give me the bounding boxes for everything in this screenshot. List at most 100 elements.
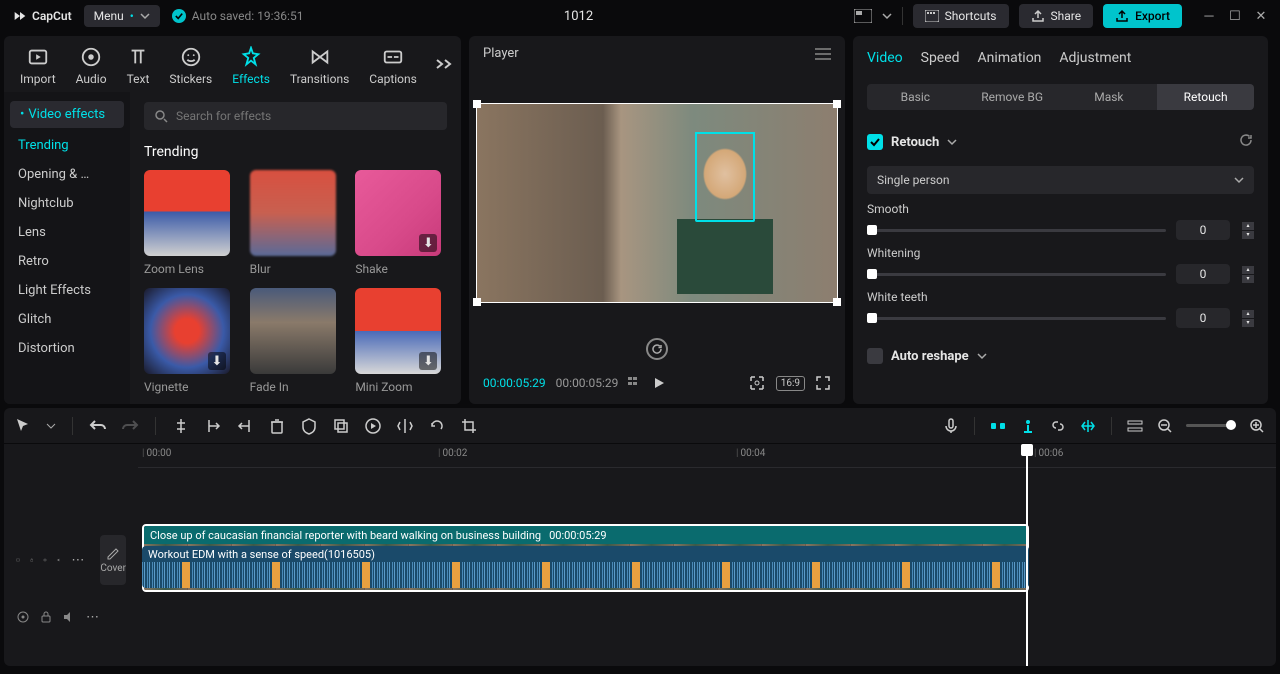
effect-vignette[interactable]: ⬇Vignette bbox=[144, 288, 236, 394]
whitening-stepper[interactable]: ▴▾ bbox=[1242, 266, 1254, 283]
tab-import[interactable]: Import bbox=[10, 44, 66, 88]
badge-icon[interactable] bbox=[300, 417, 318, 435]
rotate-icon[interactable] bbox=[428, 417, 446, 435]
more-icon[interactable]: ⋯ bbox=[71, 553, 84, 568]
search-input[interactable] bbox=[176, 109, 437, 123]
download-icon[interactable]: ⬇ bbox=[419, 352, 437, 370]
video-effects-header[interactable]: • Video effects bbox=[10, 101, 124, 128]
subtab-retouch[interactable]: Retouch bbox=[1157, 84, 1254, 110]
playhead[interactable] bbox=[1026, 444, 1028, 666]
whiteteeth-slider[interactable] bbox=[867, 317, 1166, 320]
subtab-removebg[interactable]: Remove BG bbox=[964, 84, 1061, 110]
trim-left-icon[interactable] bbox=[204, 417, 222, 435]
magnet-icon[interactable] bbox=[989, 417, 1007, 435]
export-button[interactable]: Export bbox=[1103, 4, 1182, 28]
download-icon[interactable]: ⬇ bbox=[419, 234, 437, 252]
shortcuts-button[interactable]: Shortcuts bbox=[913, 4, 1009, 28]
effect-zoom-lens[interactable]: Zoom Lens bbox=[144, 170, 236, 276]
audio-track-icon[interactable] bbox=[16, 610, 30, 624]
eye-icon[interactable] bbox=[43, 555, 47, 565]
download-icon[interactable]: ⬇ bbox=[208, 352, 226, 370]
tab-effects[interactable]: Effects bbox=[222, 44, 280, 88]
timeline-tracks[interactable]: 00:00 00:02 00:04 00:06 Close up of cauc… bbox=[138, 444, 1276, 666]
effects-search[interactable] bbox=[144, 102, 447, 130]
reset-icon[interactable] bbox=[1238, 132, 1254, 152]
chevron-down-icon[interactable] bbox=[977, 351, 987, 361]
chevron-down-icon[interactable] bbox=[947, 137, 957, 147]
tabs-more-icon[interactable] bbox=[427, 58, 461, 74]
smooth-stepper[interactable]: ▴▾ bbox=[1242, 222, 1254, 239]
maximize-button[interactable]: ☐ bbox=[1228, 8, 1242, 24]
video-preview[interactable] bbox=[476, 103, 838, 303]
cat-distortion[interactable]: Distortion bbox=[4, 334, 130, 363]
split-icon[interactable] bbox=[172, 417, 190, 435]
cat-lens[interactable]: Lens bbox=[4, 218, 130, 247]
mic-icon[interactable] bbox=[942, 417, 960, 435]
layout-icon[interactable] bbox=[854, 9, 872, 23]
volume-icon[interactable] bbox=[57, 554, 61, 566]
snap-icon[interactable] bbox=[1019, 417, 1037, 435]
trim-right-icon[interactable] bbox=[236, 417, 254, 435]
cat-opening[interactable]: Opening & … bbox=[4, 160, 130, 189]
cover-button[interactable]: Cover bbox=[100, 535, 126, 585]
person-select[interactable]: Single person bbox=[867, 166, 1254, 194]
zoom-slider[interactable] bbox=[1186, 424, 1236, 427]
timeline-ruler[interactable]: 00:00 00:02 00:04 00:06 bbox=[138, 444, 1276, 468]
undo-icon[interactable] bbox=[89, 417, 107, 435]
play-button[interactable] bbox=[652, 376, 666, 390]
autoreshape-checkbox[interactable] bbox=[867, 348, 883, 364]
mirror-icon[interactable] bbox=[396, 417, 414, 435]
effect-fade-in[interactable]: Fade In bbox=[250, 288, 342, 394]
prop-tab-speed[interactable]: Speed bbox=[921, 46, 960, 70]
menu-button[interactable]: Menu• bbox=[84, 5, 160, 27]
effect-mini-zoom[interactable]: ⬇Mini Zoom bbox=[355, 288, 447, 394]
whitening-value[interactable]: 0 bbox=[1176, 264, 1230, 284]
smooth-value[interactable]: 0 bbox=[1176, 220, 1230, 240]
delete-icon[interactable] bbox=[268, 417, 286, 435]
redo-icon[interactable] bbox=[121, 417, 139, 435]
volume-icon[interactable] bbox=[62, 611, 76, 623]
cursor-icon[interactable] bbox=[14, 417, 32, 435]
more-icon[interactable]: ⋯ bbox=[86, 610, 99, 625]
tab-transitions[interactable]: Transitions bbox=[280, 44, 359, 88]
zoom-out-icon[interactable] bbox=[1156, 417, 1174, 435]
retouch-checkbox[interactable] bbox=[867, 134, 883, 150]
aspect-ratio[interactable]: 16:9 bbox=[776, 376, 805, 391]
tab-audio[interactable]: Audio bbox=[66, 44, 117, 88]
cat-retro[interactable]: Retro bbox=[4, 247, 130, 276]
cat-glitch[interactable]: Glitch bbox=[4, 305, 130, 334]
minimize-button[interactable]: ─ bbox=[1202, 8, 1216, 24]
chevron-down-icon[interactable] bbox=[46, 421, 56, 431]
fullscreen-icon[interactable] bbox=[815, 375, 831, 391]
effect-shake[interactable]: ⬇Shake bbox=[355, 170, 447, 276]
list-icon[interactable] bbox=[628, 376, 642, 390]
smooth-slider[interactable] bbox=[867, 229, 1166, 232]
player-menu-icon[interactable] bbox=[815, 48, 831, 60]
reverse-icon[interactable] bbox=[364, 417, 382, 435]
share-button[interactable]: Share bbox=[1019, 4, 1094, 28]
cat-trending[interactable]: Trending bbox=[4, 131, 130, 160]
whiteteeth-value[interactable]: 0 bbox=[1176, 308, 1230, 328]
cat-lighteffects[interactable]: Light Effects bbox=[4, 276, 130, 305]
lock-icon[interactable] bbox=[30, 554, 33, 566]
duplicate-icon[interactable] bbox=[332, 417, 350, 435]
track-settings-icon[interactable] bbox=[1126, 417, 1144, 435]
preview-snap-icon[interactable] bbox=[1079, 417, 1097, 435]
prop-tab-adjustment[interactable]: Adjustment bbox=[1059, 46, 1131, 70]
whiteteeth-stepper[interactable]: ▴▾ bbox=[1242, 310, 1254, 327]
effect-blur[interactable]: Blur bbox=[250, 170, 342, 276]
prop-tab-animation[interactable]: Animation bbox=[978, 46, 1042, 70]
subtab-basic[interactable]: Basic bbox=[867, 84, 964, 110]
subtab-mask[interactable]: Mask bbox=[1061, 84, 1158, 110]
refresh-button[interactable] bbox=[469, 334, 845, 366]
prop-tab-video[interactable]: Video bbox=[867, 46, 903, 70]
video-track-icon[interactable] bbox=[16, 553, 20, 567]
tab-captions[interactable]: Captions bbox=[359, 44, 427, 88]
whitening-slider[interactable] bbox=[867, 273, 1166, 276]
lock-icon[interactable] bbox=[40, 611, 52, 623]
crop-tool-icon[interactable] bbox=[460, 417, 478, 435]
crop-icon[interactable] bbox=[748, 374, 766, 392]
tab-stickers[interactable]: Stickers bbox=[159, 44, 222, 88]
chevron-down-icon[interactable] bbox=[882, 11, 892, 21]
tab-text[interactable]: Text bbox=[117, 44, 160, 88]
